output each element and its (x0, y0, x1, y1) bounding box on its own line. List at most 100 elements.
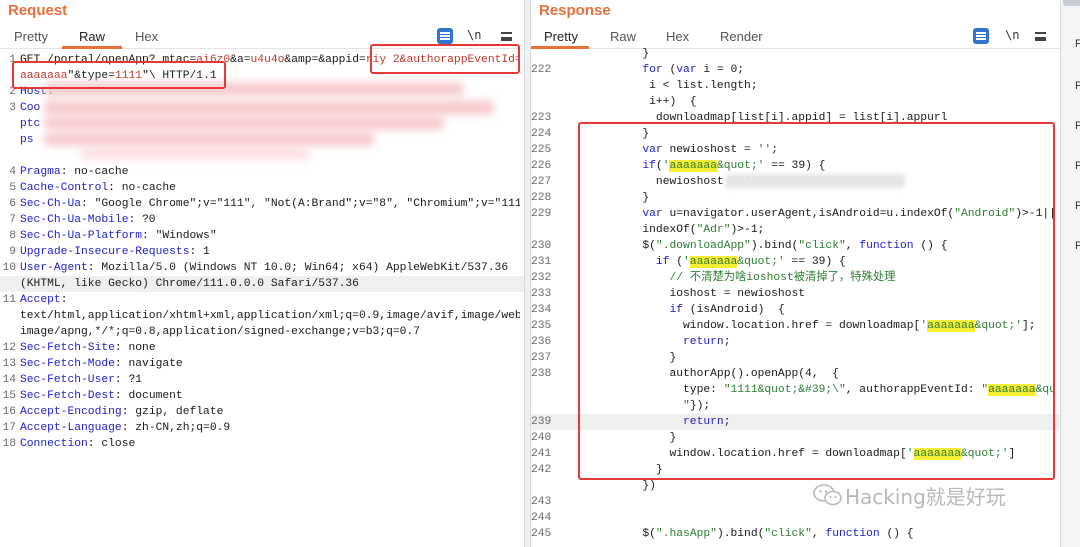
menu-icon[interactable] (1035, 32, 1046, 41)
code-line: 18 Connection: close (0, 436, 524, 452)
line-text: Sec-Fetch-Site: none (20, 342, 156, 354)
line-number: 229 (531, 208, 552, 220)
code-line: 244 (531, 510, 1060, 526)
code-line: image/apng,*/*;q=0.8,application/signed-… (0, 324, 524, 340)
code-line: 15 Sec-Fetch-Dest: document (0, 388, 524, 404)
code-line: 222 for (var i = 0; (531, 62, 1060, 78)
code-line: 9 Upgrade-Insecure-Requests: 1 (0, 244, 524, 260)
line-text: $(".hasApp").bind("click", function () { (561, 528, 914, 540)
line-text: Cache-Control: no-cache (20, 182, 176, 194)
line-text: Connection: close (20, 438, 136, 450)
tab-hex[interactable]: Hex (135, 29, 158, 44)
inspector-tab[interactable]: F (1075, 120, 1080, 132)
line-number: 18 (2, 438, 16, 450)
line-number: 224 (531, 128, 552, 140)
line-text: Sec-Fetch-User: ?1 (20, 374, 143, 386)
line-number: 3 (9, 102, 16, 114)
code-line: 245 $(".hasApp").bind("click", function … (531, 526, 1060, 542)
collapsed-tab[interactable] (1063, 0, 1080, 6)
inspector-tab[interactable]: F (1075, 80, 1080, 92)
line-text: text/html,application/xhtml+xml,applicat… (20, 310, 520, 322)
tab-raw[interactable]: Raw (610, 29, 636, 44)
inspector-tab[interactable]: F (1075, 240, 1080, 252)
inspector-tab[interactable]: F (1075, 200, 1080, 212)
line-number: 231 (531, 256, 552, 268)
wechat-icon (813, 484, 842, 506)
pane-divider[interactable] (524, 0, 531, 547)
code-line: 12 Sec-Fetch-Site: none (0, 340, 524, 356)
line-number: 237 (531, 352, 552, 364)
code-line: 16 Accept-Encoding: gzip, deflate (0, 404, 524, 420)
code-line: } (531, 46, 1060, 62)
line-number: 16 (2, 406, 16, 418)
code-line: i++) { (531, 94, 1060, 110)
code-line: 13 Sec-Fetch-Mode: navigate (0, 356, 524, 372)
line-number: 228 (531, 192, 552, 204)
line-number: 223 (531, 112, 552, 124)
code-line: 10 User-Agent: Mozilla/5.0 (Windows NT 10… (0, 260, 524, 276)
line-number: 14 (2, 374, 16, 386)
line-number: 233 (531, 288, 552, 300)
line-number: 230 (531, 240, 552, 252)
redaction (44, 132, 374, 146)
pretty-print-icon[interactable] (973, 28, 989, 44)
line-number: 240 (531, 432, 552, 444)
inspector-strip: F F F F F F (1060, 0, 1080, 547)
line-text: Sec-Fetch-Mode: navigate (20, 358, 183, 370)
line-number: 236 (531, 336, 552, 348)
tab-render[interactable]: Render (720, 29, 763, 44)
line-number: 227 (531, 176, 552, 188)
newline-toggle-icon[interactable]: \n (1005, 28, 1019, 42)
request-title: Request (8, 2, 68, 19)
tab-pretty[interactable]: Pretty (544, 29, 578, 44)
line-number: 11 (2, 294, 16, 306)
line-number: 15 (2, 390, 16, 402)
inspector-tab[interactable]: F (1075, 160, 1080, 172)
line-text: i < list.length; (561, 80, 758, 92)
code-line: 6 Sec-Ch-Ua: "Google Chrome";v="111", "No… (0, 196, 524, 212)
pretty-print-icon[interactable] (437, 28, 453, 44)
redaction (44, 100, 494, 115)
code-line: 4 Pragma: no-cache (0, 164, 524, 180)
tab-raw[interactable]: Raw (79, 29, 105, 44)
redaction (80, 148, 310, 160)
tab-hex[interactable]: Hex (666, 29, 689, 44)
inspector-tab[interactable]: F (1075, 38, 1080, 50)
code-line: 5 Cache-Control: no-cache (0, 180, 524, 196)
newline-toggle-icon[interactable]: \n (467, 28, 481, 42)
line-text: User-Agent: Mozilla/5.0 (Windows NT 10.0… (20, 262, 509, 274)
line-text: Accept: (20, 294, 68, 306)
line-number: 226 (531, 160, 552, 172)
code-line: 17 Accept-Language: zh-CN,zh;q=0.9 (0, 420, 524, 436)
line-text: (KHTML, like Gecko) Chrome/111.0.0.0 Saf… (20, 278, 359, 290)
code-line: i < list.length; (531, 78, 1060, 94)
annotation-box-response-code (578, 122, 1055, 480)
tab-pretty[interactable]: Pretty (14, 29, 48, 44)
line-number: 10 (2, 262, 16, 274)
line-number: 232 (531, 272, 552, 284)
menu-icon[interactable] (501, 32, 512, 41)
code-line: 11 Accept: (0, 292, 524, 308)
line-text: Accept-Encoding: gzip, deflate (20, 406, 224, 418)
response-toolbar: \n (973, 27, 1058, 47)
response-title: Response (539, 2, 611, 19)
line-number: 13 (2, 358, 16, 370)
code-line: 8 Sec-Ch-Ua-Platform: "Windows" (0, 228, 524, 244)
annotation-box-event-id (370, 44, 520, 74)
line-number: 241 (531, 448, 552, 460)
line-number: 7 (9, 214, 16, 226)
line-text: i++) { (561, 96, 697, 108)
line-number: 242 (531, 464, 552, 476)
line-text: Sec-Ch-Ua-Platform: "Windows" (20, 230, 217, 242)
line-number: 8 (9, 230, 16, 242)
annotation-box-type (12, 61, 226, 89)
line-text: Sec-Fetch-Dest: document (20, 390, 183, 402)
line-text: Sec-Ch-Ua-Mobile: ?0 (20, 214, 156, 226)
request-pane: Request Pretty Raw Hex \n 1 GET /portal/o… (0, 0, 524, 547)
line-text: Upgrade-Insecure-Requests: 1 (20, 246, 210, 258)
line-text: Sec-Ch-Ua: "Google Chrome";v="111", "Not… (20, 198, 520, 210)
line-number: 225 (531, 144, 552, 156)
line-text: image/apng,*/*;q=0.8,application/signed-… (20, 326, 420, 338)
line-number: 238 (531, 368, 552, 380)
line-number: 234 (531, 304, 552, 316)
